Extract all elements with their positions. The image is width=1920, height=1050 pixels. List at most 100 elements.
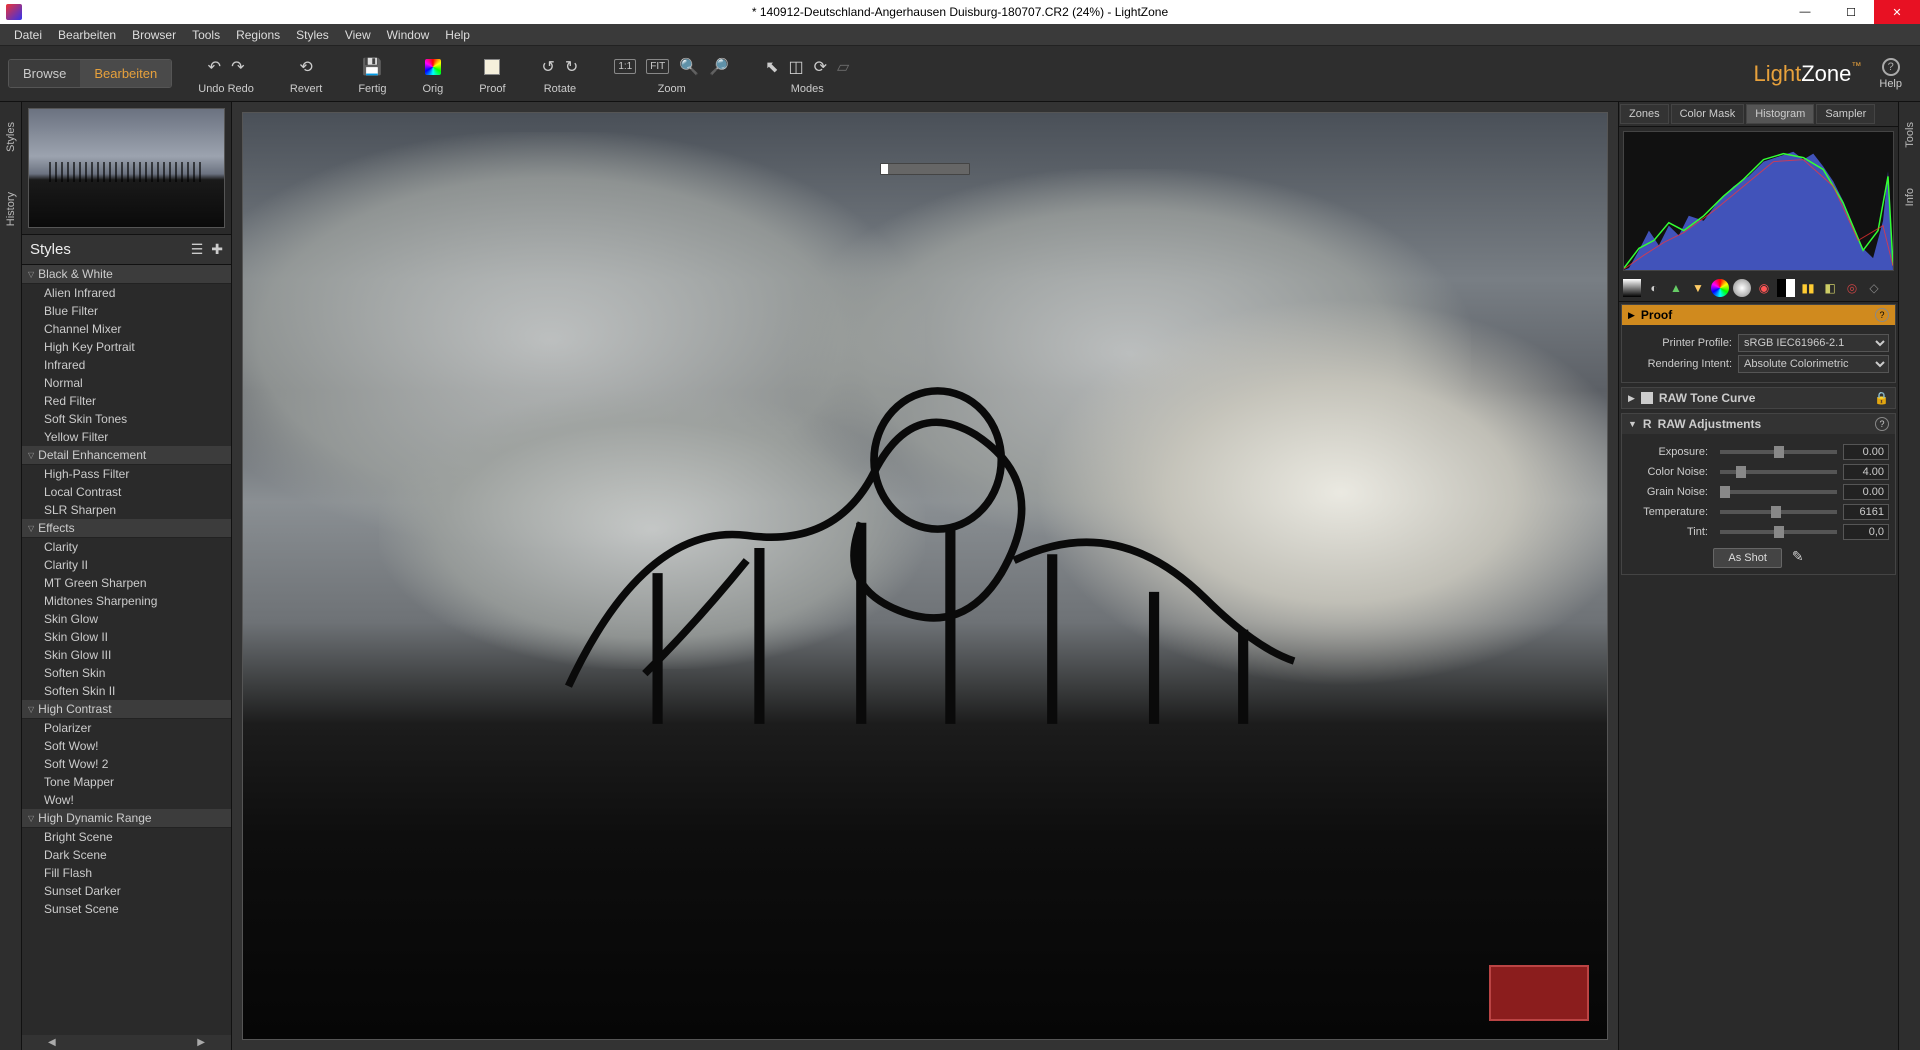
zoom-out-icon[interactable]: 🔎 [709,57,729,77]
style-item[interactable]: Tone Mapper [22,773,231,791]
colornoise-value[interactable]: 4.00 [1843,464,1889,480]
ts-relight-icon[interactable]: ◐ [1645,279,1663,297]
styles-add-icon[interactable]: ✚ [211,241,223,258]
style-item[interactable]: Infrared [22,356,231,374]
style-category[interactable]: High Contrast [22,700,231,719]
ts-spot-icon[interactable]: ◎ [1843,279,1861,297]
exposure-value[interactable]: 0.00 [1843,444,1889,460]
printer-profile-select[interactable]: sRGB IEC61966-2.1 [1738,334,1889,352]
style-category[interactable]: Black & White [22,265,231,284]
style-item[interactable]: Skin Glow [22,610,231,628]
proof-help-icon[interactable]: ? [1875,308,1889,322]
scroll-left[interactable]: ◀ [28,1037,76,1048]
tab-colormask[interactable]: Color Mask [1671,104,1745,124]
grainnoise-value[interactable]: 0.00 [1843,484,1889,500]
style-item[interactable]: Soft Skin Tones [22,410,231,428]
style-item[interactable]: Channel Mixer [22,320,231,338]
temperature-value[interactable]: 6161 [1843,504,1889,520]
tint-slider[interactable] [1720,530,1837,534]
tool-fertig[interactable]: 💾 Fertig [340,53,404,95]
style-item[interactable]: Clarity [22,538,231,556]
style-item[interactable]: Dark Scene [22,846,231,864]
menu-window[interactable]: Window [379,26,438,44]
style-item[interactable]: Soft Wow! [22,737,231,755]
style-item[interactable]: Fill Flash [22,864,231,882]
style-category[interactable]: Detail Enhancement [22,446,231,465]
style-category[interactable]: Effects [22,519,231,538]
style-item[interactable]: Normal [22,374,231,392]
grainnoise-slider[interactable] [1720,490,1837,494]
style-item[interactable]: High Key Portrait [22,338,231,356]
style-category[interactable]: High Dynamic Range [22,809,231,828]
as-shot-button[interactable]: As Shot [1713,548,1782,568]
menu-view[interactable]: View [337,26,379,44]
style-item[interactable]: Skin Glow III [22,646,231,664]
ts-sharpen-icon[interactable]: ▲ [1667,279,1685,297]
rail-tools[interactable]: Tools [1904,102,1916,168]
scroll-right[interactable]: ▶ [177,1037,225,1048]
rotate-right-icon[interactable]: ↻ [565,57,578,77]
proof-header[interactable]: ▶ Proof ? [1622,305,1895,325]
tool-revert[interactable]: ⟲ Revert [272,53,340,95]
style-item[interactable]: Local Contrast [22,483,231,501]
style-item[interactable]: Clarity II [22,556,231,574]
style-item[interactable]: High-Pass Filter [22,465,231,483]
undo-icon[interactable]: ↶ [208,57,221,77]
tab-sampler[interactable]: Sampler [1816,104,1875,124]
zoom-in-icon[interactable]: 🔍 [679,57,699,77]
style-item[interactable]: Skin Glow II [22,628,231,646]
ts-colorbalance-icon[interactable] [1733,279,1751,297]
mode-browse[interactable]: Browse [9,60,80,87]
ts-bw-icon[interactable] [1777,279,1795,297]
tab-zones[interactable]: Zones [1620,104,1669,124]
style-item[interactable]: Sunset Scene [22,900,231,918]
close-button[interactable]: ✕ [1874,0,1920,24]
style-item[interactable]: Alien Infrared [22,284,231,302]
rail-info[interactable]: Info [1904,168,1916,226]
rail-styles[interactable]: Styles [5,102,17,172]
redo-icon[interactable]: ↷ [231,57,244,77]
raw-adj-header[interactable]: ▼ R RAW Adjustments ? [1622,414,1895,434]
help-button[interactable]: ? Help [1879,58,1902,90]
ts-redeye-icon[interactable]: ◇ [1865,279,1883,297]
mode-edit[interactable]: Bearbeiten [80,60,171,87]
rendering-intent-select[interactable]: Absolute Colorimetric [1738,355,1889,373]
pointer-icon[interactable]: ⬉ [765,57,778,77]
raw-adj-help-icon[interactable]: ? [1875,417,1889,431]
menu-datei[interactable]: Datei [6,26,50,44]
menu-browser[interactable]: Browser [124,26,184,44]
raw-tone-header[interactable]: ▶ RAW Tone Curve 🔒 [1622,388,1895,408]
style-item[interactable]: Midtones Sharpening [22,592,231,610]
style-item[interactable]: Wow! [22,791,231,809]
rotate-left-icon[interactable]: ↺ [542,57,555,77]
ts-huesat-icon[interactable] [1711,279,1729,297]
styles-list[interactable]: Black & WhiteAlien InfraredBlue FilterCh… [22,265,231,1035]
style-item[interactable]: Polarizer [22,719,231,737]
menu-tools[interactable]: Tools [184,26,228,44]
ts-clone-icon[interactable]: ◧ [1821,279,1839,297]
style-item[interactable]: Soft Wow! 2 [22,755,231,773]
style-item[interactable]: Blue Filter [22,302,231,320]
tool-proof[interactable]: Proof [461,53,523,95]
minimize-button[interactable]: — [1782,0,1828,24]
thumbnail-preview[interactable] [28,108,225,228]
style-item[interactable]: Yellow Filter [22,428,231,446]
style-item[interactable]: Soften Skin [22,664,231,682]
image-canvas[interactable] [242,112,1608,1040]
eyedropper-icon[interactable]: ✎ [1792,548,1804,568]
checkbox-icon[interactable] [1641,392,1653,404]
style-item[interactable]: Bright Scene [22,828,231,846]
ts-blur-icon[interactable]: ▼ [1689,279,1707,297]
style-item[interactable]: Soften Skin II [22,682,231,700]
ts-whitebalance-icon[interactable]: ◉ [1755,279,1773,297]
style-item[interactable]: MT Green Sharpen [22,574,231,592]
zoom-fit[interactable]: FIT [646,59,669,74]
menu-help[interactable]: Help [437,26,478,44]
maximize-button[interactable]: ☐ [1828,0,1874,24]
crop-icon[interactable]: ◫ [788,57,803,77]
exposure-slider[interactable] [1720,450,1837,454]
temperature-slider[interactable] [1720,510,1837,514]
ts-zonemapper-icon[interactable] [1623,279,1641,297]
tool-orig[interactable]: Orig [404,53,461,95]
style-item[interactable]: SLR Sharpen [22,501,231,519]
